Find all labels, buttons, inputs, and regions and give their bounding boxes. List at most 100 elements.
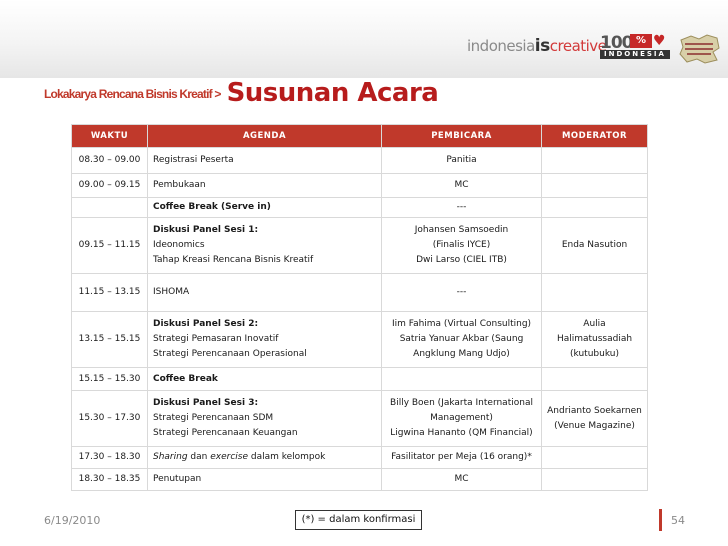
cell-agenda: Pembukaan [147,173,382,198]
logo-percent: % [630,34,652,48]
speaker-line: (Finalis IYCE) [432,240,491,250]
table-row: 13.15 – 15.15 Diskusi Panel Sesi 2: Stra… [71,311,648,368]
cell-speaker: Panitia [381,147,542,174]
speaker-line: --- [456,202,467,212]
table-row: 17.30 – 18.30 Sharing dan exercise dalam… [71,446,648,469]
header-waktu: WAKTU [71,124,148,148]
table-header-row: WAKTU AGENDA PEMBICARA MODERATOR [71,124,648,148]
moderator-line: Andrianto Soekarnen [547,405,642,416]
cell-speaker: MC [381,173,542,198]
breadcrumb: Lokakarya Rencana Bisnis Kreatif > [44,87,221,101]
moderator-line: (kutubuku) [570,349,619,359]
cell-speaker: Johansen Samsoedin (Finalis IYCE) Dwi La… [381,217,542,274]
cell-moderator [541,468,648,491]
cell-speaker: Fasilitator per Meja (16 orang)* [381,446,542,469]
table-row: 09.15 – 11.15 Diskusi Panel Sesi 1: Ideo… [71,217,648,274]
cell-time: 11.15 – 13.15 [71,273,148,312]
speaker-line: Iim Fahima (Virtual Consulting) [391,319,532,329]
cell-time: 08.30 – 09.00 [71,147,148,174]
cell-time: 15.30 – 17.30 [71,390,148,447]
cell-time: 13.15 – 15.15 [71,311,148,368]
agenda-line: Strategi Perencanaan Operasional [153,349,307,359]
speaker-line: Panitia [446,155,477,165]
speaker-line: Billy Boen (Jakarta International [390,398,533,408]
table-row: 18.30 – 18.35 Penutupan MC [71,468,648,491]
brand-part-2: is [534,36,550,56]
agenda-part: dalam kelompok [248,452,326,462]
cell-agenda: Diskusi Panel Sesi 1: Ideonomics Tahap K… [147,217,382,274]
100-persen-indonesia-logo: 100 % ♥ INDONESIA [600,33,670,59]
brand-part-1: indonesia [467,37,535,55]
cell-speaker: --- [381,273,542,312]
agenda-line: Ideonomics [153,240,205,250]
moderator-line: Enda Nasution [561,240,628,250]
speaker-line: MC [454,180,469,190]
speaker-line: Johansen Samsoedin [414,225,509,235]
speaker-line: Ligwina Hananto (QM Financial) [390,428,533,438]
table-row: 11.15 – 13.15 ISHOMA --- [71,273,648,312]
agenda-line: Registrasi Peserta [153,155,234,165]
speaker-line: Angklung Mang Udjo) [413,349,510,359]
header-pembicara: PEMBICARA [381,124,542,148]
cell-agenda: Coffee Break (Serve in) [147,197,382,218]
moderator-line: Aulia [583,319,606,329]
cell-agenda: Diskusi Panel Sesi 2: Strategi Pemasaran… [147,311,382,368]
cell-agenda: ISHOMA [147,273,382,312]
cell-speaker: Billy Boen (Jakarta International Manage… [381,390,542,447]
cell-moderator [541,273,648,312]
cell-moderator [541,367,648,391]
agenda-line: Diskusi Panel Sesi 3: [153,398,259,408]
map-emblem-icon [679,34,720,64]
cell-moderator [541,446,648,469]
cell-speaker: --- [381,197,542,218]
agenda-table: WAKTU AGENDA PEMBICARA MODERATOR 08.30 –… [71,124,648,491]
page-title: Susunan Acara [226,78,439,108]
cell-moderator [541,173,648,198]
cell-time: 18.30 – 18.35 [71,468,148,491]
speaker-line: Management) [430,413,493,423]
cell-time: 09.00 – 09.15 [71,173,148,198]
speaker-line: --- [456,287,467,297]
cell-time: 09.15 – 11.15 [71,217,148,274]
agenda-part: exercise [210,452,248,462]
header-moderator: MODERATOR [541,124,648,148]
agenda-part: dan [187,452,211,462]
slide-title: Lokakarya Rencana Bisnis Kreatif > Susuna… [44,78,439,108]
cell-time [71,197,148,218]
cell-moderator [541,197,648,218]
table-row: 15.15 – 15.30 Coffee Break [71,367,648,391]
table-row: 09.00 – 09.15 Pembukaan MC [71,173,648,198]
page-number: 54 [671,514,685,527]
table-row: Coffee Break (Serve in) --- [71,197,648,218]
agenda-line: ISHOMA [153,287,190,297]
agenda-line: Strategi Perencanaan SDM [153,413,274,423]
agenda-line: Diskusi Panel Sesi 1: [153,225,259,235]
agenda-line: Tahap Kreasi Rencana Bisnis Kreatif [153,255,314,265]
cell-moderator: Aulia Halimatussadiah (kutubuku) [541,311,648,368]
cell-time: 15.15 – 15.30 [71,367,148,391]
cell-moderator: Andrianto Soekarnen (Venue Magazine) [541,390,648,447]
cell-speaker [381,367,542,391]
logo-label: INDONESIA [600,50,670,59]
confirmation-note: (*) = dalam konfirmasi [295,510,422,530]
cell-speaker: Iim Fahima (Virtual Consulting) Satria Y… [381,311,542,368]
table-row: 08.30 – 09.00 Registrasi Peserta Panitia [71,147,648,174]
cell-moderator [541,147,648,174]
agenda-line: Diskusi Panel Sesi 2: [153,319,259,329]
heart-icon: ♥ [653,33,666,49]
cell-agenda: Penutupan [147,468,382,491]
agenda-line: Strategi Perencanaan Keuangan [153,428,298,438]
agenda-line: Strategi Pemasaran Inovatif [153,334,279,344]
moderator-line: Halimatussadiah [556,334,633,344]
speaker-line: Satria Yanuar Akbar (Saung [399,334,524,344]
cell-moderator: Enda Nasution [541,217,648,274]
indonesia-is-creative-logo: indonesiaiscreative [467,36,607,56]
brand-part-3: creative [549,37,607,55]
speaker-line: Dwi Larso (CIEL ITB) [416,255,507,265]
agenda-line: Penutupan [153,474,202,484]
agenda-line: Pembukaan [153,180,206,190]
cell-agenda: Coffee Break [147,367,382,391]
cell-speaker: MC [381,468,542,491]
footer-divider [659,509,662,531]
agenda-line: Coffee Break (Serve in) [153,202,271,212]
